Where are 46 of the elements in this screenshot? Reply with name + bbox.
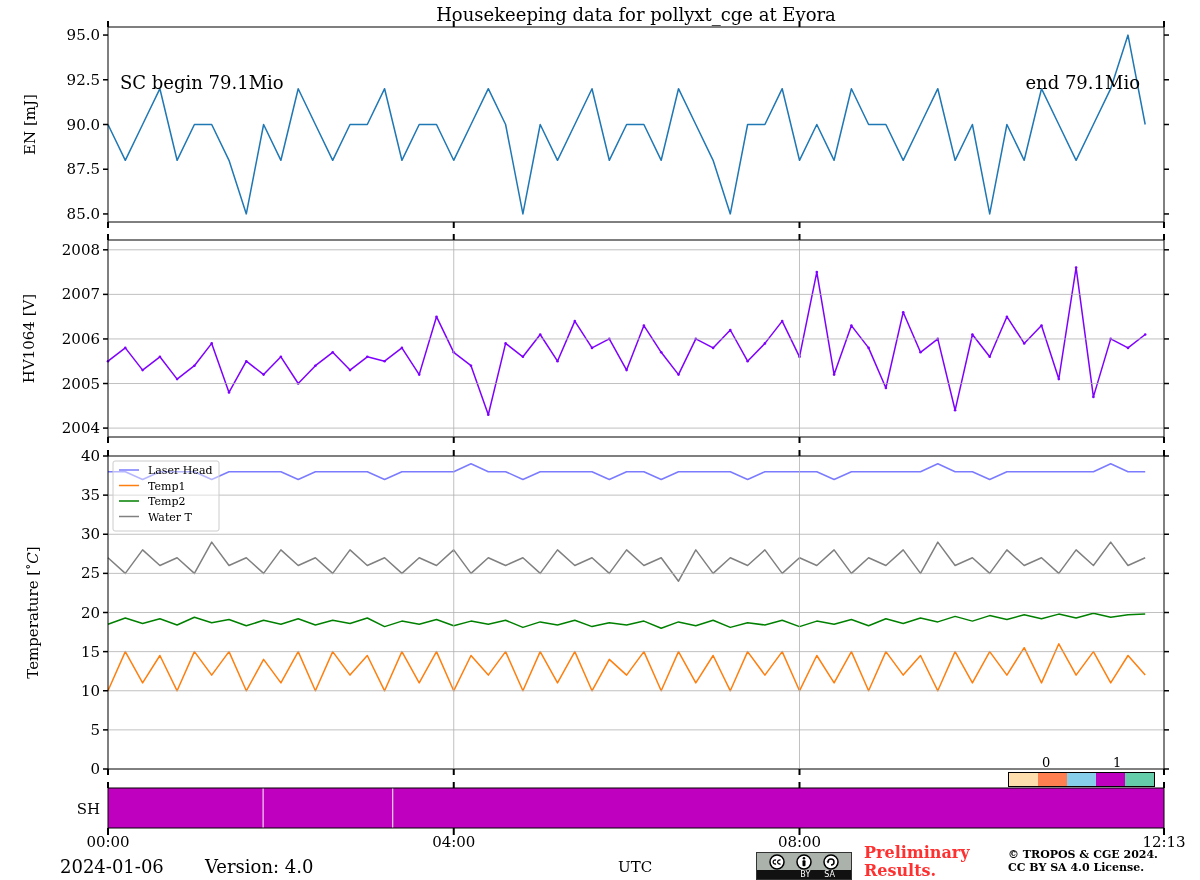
person-icon [796,853,812,870]
version-label: Version: 4.0 [205,856,315,878]
tick-label: 2004 [61,419,100,438]
legend-label: Laser Head [148,464,213,477]
tick-label: 20 [80,603,100,622]
badge-label: SA [824,870,835,879]
legend-label: Water T [148,510,192,524]
legend-swatch [118,515,140,518]
tick-label: 0 [1042,756,1051,770]
tick-label: 2005 [61,374,100,393]
tick-label: 1 [1113,756,1122,770]
axis-label: SH [76,800,100,818]
tick-label: 2008 [61,240,100,259]
legend-label: Temp1 [148,479,186,493]
tick-label: 35 [80,486,100,505]
tick-label: 85.0 [66,204,100,223]
notice-text: Preliminary Results. [864,844,971,880]
copyright-text: © TROPOS & CGE 2024. CC BY SA 4.0 License. [1008,848,1159,874]
tick-label: 2006 [61,329,100,348]
date-label: 2024-01-06 [60,856,165,878]
chart-title: Housekeeping data for pollyxt_cge at Evora [436,4,836,26]
tick-label: 87.5 [66,160,100,179]
tick-label: 00:00 [86,833,130,851]
badge-label: BY [800,870,811,879]
legend-label: Temp2 [148,495,186,508]
tick-label: 08:00 [777,833,822,851]
tick-label: 40 [80,447,100,465]
tick-label: 90.0 [66,115,100,134]
tick-label: 12:13 [1142,833,1186,851]
tick-label: 2007 [61,285,100,304]
tick-label: 15 [80,642,100,661]
axis-label: UTC [618,858,654,876]
tick-label: 10 [80,681,100,700]
tick-label: 04:00 [432,833,476,851]
tick-label: 95.0 [66,26,100,45]
axis-label: HV1064 [V] [21,293,39,384]
tick-label: 92.5 [66,70,100,89]
axis-label: EN [mJ] [21,94,39,155]
legend-swatch [118,484,140,487]
tick-label: 30 [80,525,100,544]
cc-icon [768,853,785,870]
tick-label: 25 [80,564,100,583]
share-alike-icon [823,853,840,870]
tick-label: 0 [90,760,100,778]
annotation-text: SC begin 79.1Mio [120,72,284,93]
tick-label: 5 [90,720,100,739]
